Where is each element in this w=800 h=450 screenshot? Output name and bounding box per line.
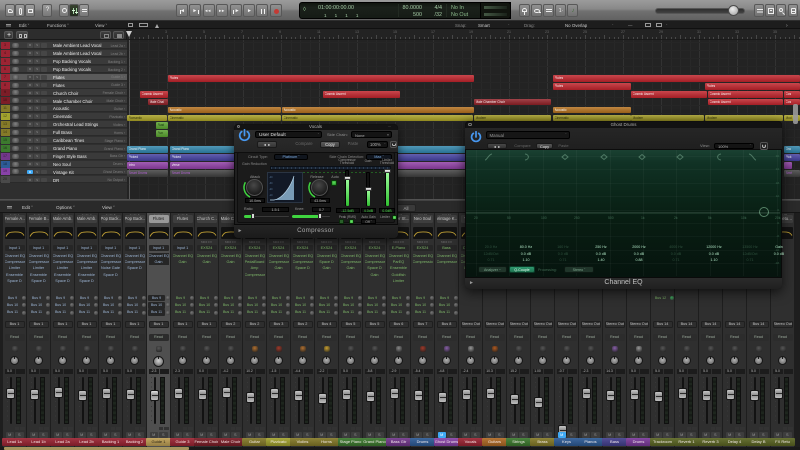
svg-text:-40: -40 [269, 176, 273, 179]
svg-text:-10: -10 [269, 194, 273, 197]
svg-text:-30: -30 [269, 182, 273, 185]
svg-text:-20: -20 [269, 188, 273, 191]
